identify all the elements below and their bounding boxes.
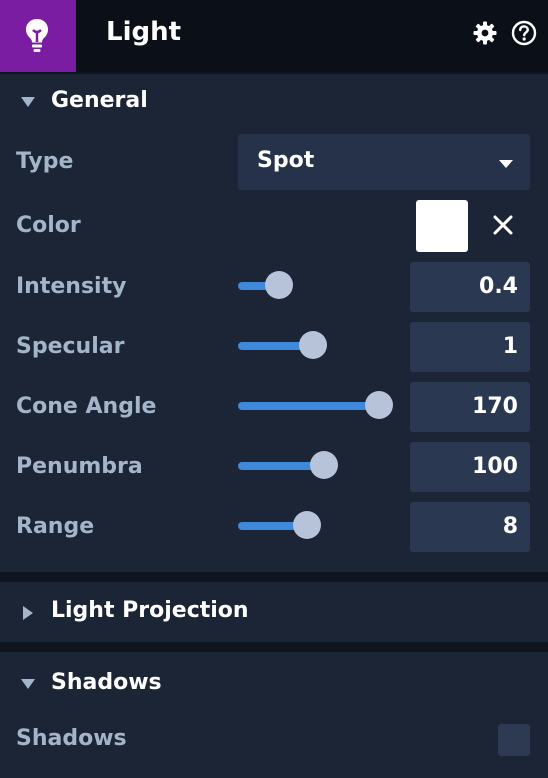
- header-icon-box: [0, 0, 76, 72]
- penumbra-label: Penumbra: [16, 454, 143, 479]
- shadows-section-header[interactable]: Shadows: [0, 656, 548, 712]
- general-section-label: General: [51, 88, 148, 113]
- help-icon: [511, 20, 537, 46]
- panel-header: Light: [0, 0, 548, 72]
- specular-input[interactable]: 1: [410, 322, 530, 372]
- gear-icon: [473, 21, 497, 45]
- slider-track: [238, 402, 379, 410]
- shadows-checkbox[interactable]: [498, 724, 530, 756]
- range-slider[interactable]: [238, 510, 388, 542]
- slider-thumb[interactable]: [264, 271, 293, 299]
- shadows-section-label: Shadows: [51, 670, 162, 695]
- clear-color-button[interactable]: [492, 214, 514, 240]
- specular-label: Specular: [16, 334, 125, 359]
- chevron-down-icon: [21, 97, 35, 107]
- penumbra-input[interactable]: 100: [410, 442, 530, 492]
- penumbra-slider[interactable]: [238, 450, 388, 482]
- specular-slider[interactable]: [238, 330, 388, 362]
- help-button[interactable]: [511, 20, 537, 50]
- cone-angle-label: Cone Angle: [16, 394, 157, 419]
- intensity-label: Intensity: [16, 274, 127, 299]
- type-select-value: Spot: [257, 148, 315, 173]
- color-label: Color: [16, 213, 81, 238]
- close-icon: [493, 215, 513, 235]
- general-section-header[interactable]: General: [0, 74, 548, 130]
- slider-thumb[interactable]: [365, 391, 393, 419]
- chevron-down-icon: [21, 679, 35, 689]
- color-swatch[interactable]: [416, 200, 468, 252]
- lightbulb-icon: [26, 19, 48, 52]
- chevron-down-icon: [499, 160, 513, 168]
- slider-thumb[interactable]: [293, 511, 321, 539]
- panel-title: Light: [106, 17, 182, 47]
- intensity-slider[interactable]: [238, 270, 388, 302]
- range-label: Range: [16, 514, 95, 539]
- settings-button[interactable]: [472, 20, 498, 50]
- slider-thumb[interactable]: [309, 451, 338, 479]
- chevron-right-icon: [23, 606, 33, 620]
- shadows-label: Shadows: [16, 726, 127, 751]
- intensity-input[interactable]: 0.4: [410, 262, 530, 312]
- type-select[interactable]: Spot: [238, 134, 530, 190]
- cone-angle-input[interactable]: 170: [410, 382, 530, 432]
- slider-thumb[interactable]: [299, 331, 327, 359]
- light-projection-section-label: Light Projection: [51, 598, 249, 623]
- range-input[interactable]: 8: [410, 502, 530, 552]
- type-label: Type: [16, 149, 74, 174]
- light-projection-section-header[interactable]: Light Projection: [0, 584, 548, 640]
- cone-angle-slider[interactable]: [238, 390, 393, 422]
